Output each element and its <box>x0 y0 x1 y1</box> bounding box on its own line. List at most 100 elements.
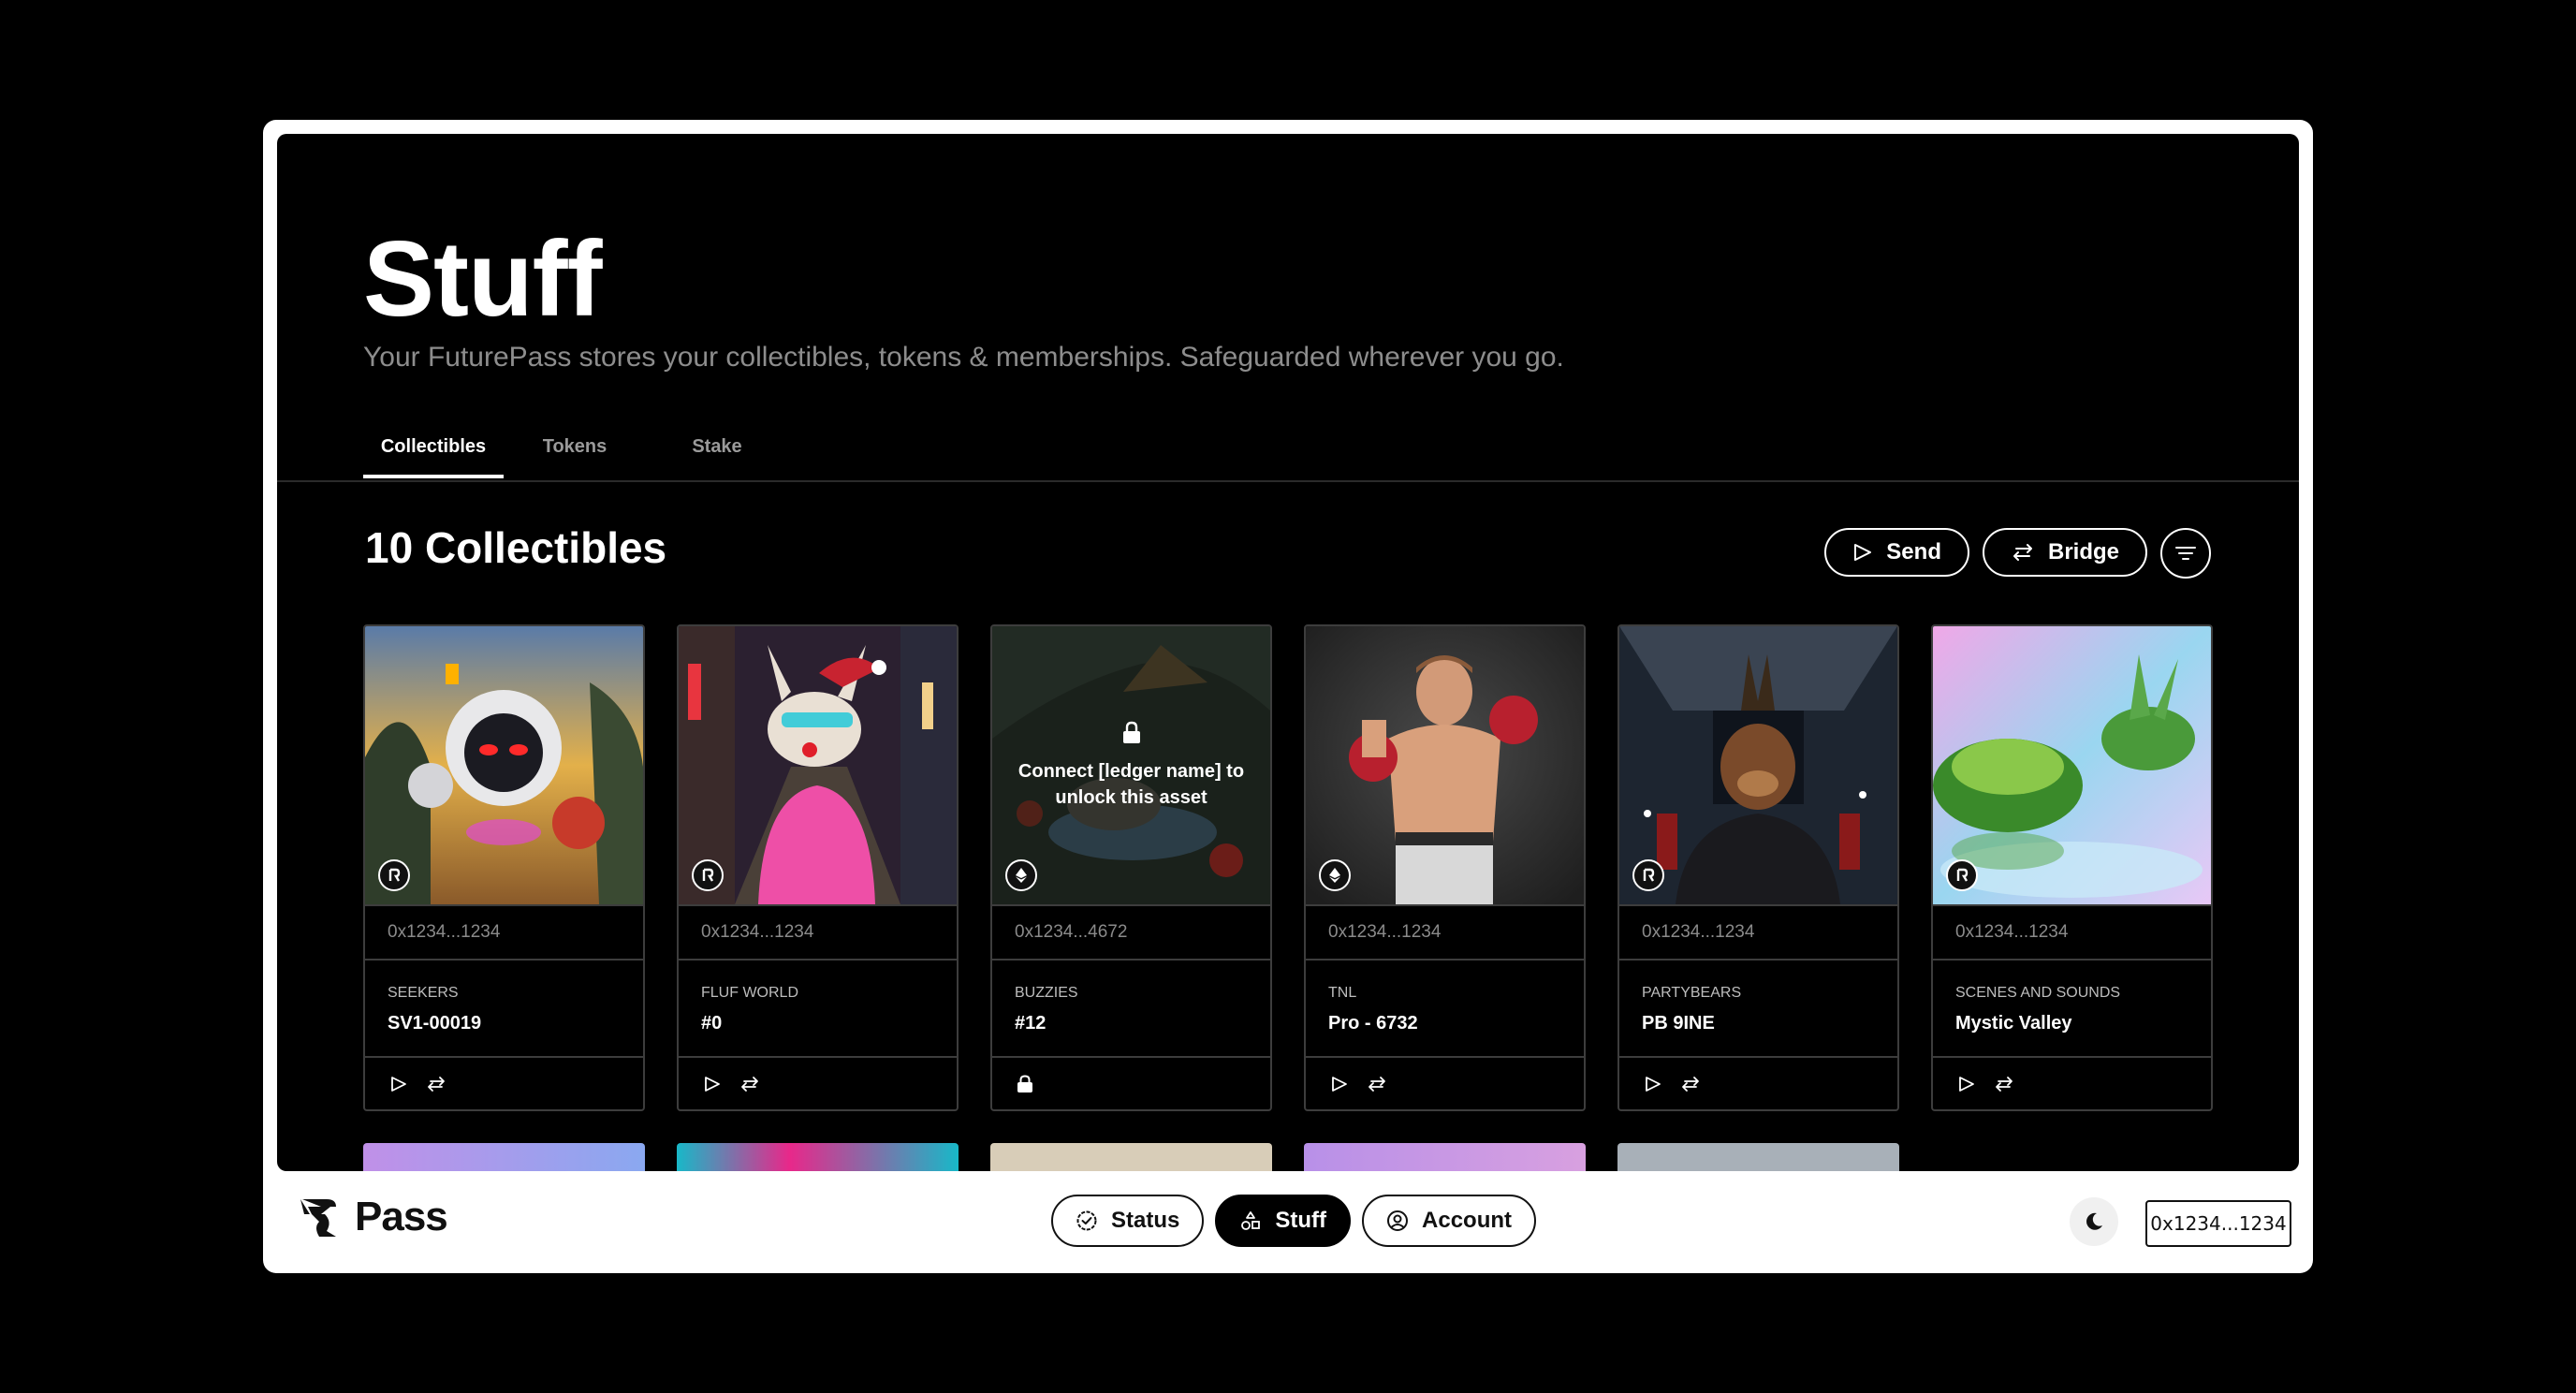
lock-icon <box>1017 1075 1032 1092</box>
page-subtitle: Your FuturePass stores your collectibles… <box>363 342 1564 373</box>
collectible-image-robot[interactable] <box>365 626 643 904</box>
send-button[interactable]: Send <box>1824 528 1969 577</box>
bottom-bar: Pass Status Stuff Account 0x1234...1234 <box>263 1171 2313 1273</box>
card-actions <box>1619 1058 1897 1109</box>
collectibles-grid: 0x1234...1234 SEEKERS SV1-00019 0x1234..… <box>363 624 2213 1111</box>
collectible-address: 0x1234...1234 <box>679 904 957 960</box>
send-icon[interactable] <box>389 1075 408 1093</box>
nav-stuff-label: Stuff <box>1275 1208 1327 1233</box>
tab-tokens[interactable]: Tokens <box>504 415 646 478</box>
collectible-card-partial[interactable] <box>363 1143 645 1171</box>
collectible-name: Pro - 6732 <box>1328 1013 1418 1034</box>
root-network-icon <box>378 859 410 891</box>
wallet-address-button[interactable]: 0x1234...1234 <box>2145 1200 2291 1247</box>
root-network-icon <box>1946 859 1978 891</box>
tab-collectibles[interactable]: Collectibles <box>363 415 504 478</box>
tab-bar: Collectibles Tokens Stake <box>363 415 788 480</box>
bridge-icon[interactable] <box>425 1075 447 1093</box>
collectible-meta: PARTYBEARS PB 9INE <box>1619 960 1897 1058</box>
bridge-icon[interactable] <box>739 1075 761 1093</box>
bridge-icon[interactable] <box>1366 1075 1388 1093</box>
collectible-address: 0x1234...1234 <box>1619 904 1897 960</box>
send-button-label: Send <box>1886 539 1941 565</box>
ethereum-icon <box>1319 859 1351 891</box>
collectible-card[interactable]: 0x1234...1234 SCENES AND SOUNDS Mystic V… <box>1931 624 2213 1111</box>
collectible-card[interactable]: 0x1234...1234 TNL Pro - 6732 <box>1304 624 1586 1111</box>
user-circle-icon <box>1387 1210 1409 1231</box>
collectible-name: SV1-00019 <box>388 1013 482 1034</box>
bridge-icon <box>2012 544 2032 561</box>
nav-account[interactable]: Account <box>1362 1195 1537 1247</box>
card-actions <box>1306 1058 1584 1109</box>
nav-status-label: Status <box>1111 1208 1180 1233</box>
collectible-collection: TNL <box>1328 985 1357 1001</box>
send-icon[interactable] <box>1330 1075 1349 1093</box>
collectible-image-rabbit[interactable] <box>679 626 957 904</box>
collectible-meta: TNL Pro - 6732 <box>1306 960 1584 1058</box>
bridge-icon[interactable] <box>1679 1075 1702 1093</box>
collectible-image-turtle[interactable]: Connect [ledger name] to unlock this ass… <box>992 626 1270 904</box>
card-actions <box>1933 1058 2211 1109</box>
root-network-icon <box>1632 859 1664 891</box>
filter-button[interactable] <box>2160 528 2211 579</box>
card-actions <box>992 1058 1270 1109</box>
collectible-card-locked[interactable]: Connect [ledger name] to unlock this ass… <box>990 624 1272 1111</box>
collectible-card-partial[interactable] <box>990 1143 1272 1171</box>
collectible-card[interactable]: 0x1234...1234 FLUF WORLD #0 <box>677 624 959 1111</box>
collectible-card-partial[interactable] <box>1304 1143 1586 1171</box>
main-panel: Stuff Your FuturePass stores your collec… <box>277 134 2299 1171</box>
collectible-image-valley[interactable] <box>1933 626 2211 904</box>
collectible-name: #12 <box>1015 1013 1046 1034</box>
check-badge-icon <box>1076 1210 1097 1231</box>
collectible-card-partial[interactable] <box>1617 1143 1899 1171</box>
futurepass-logo[interactable]: Pass <box>299 1194 448 1240</box>
collectible-address: 0x1234...1234 <box>1933 904 2211 960</box>
locked-asset-overlay: Connect [ledger name] to unlock this ass… <box>992 626 1270 904</box>
collectible-image-boxer[interactable] <box>1306 626 1584 904</box>
root-network-icon <box>692 859 724 891</box>
collectible-meta: SEEKERS SV1-00019 <box>365 960 643 1058</box>
collectible-meta: SCENES AND SOUNDS Mystic Valley <box>1933 960 2211 1058</box>
send-icon[interactable] <box>1644 1075 1662 1093</box>
collectible-image-bear[interactable] <box>1619 626 1897 904</box>
filter-icon <box>2175 547 2196 560</box>
collectible-name: Mystic Valley <box>1955 1013 2072 1034</box>
collectible-card[interactable]: 0x1234...1234 SEEKERS SV1-00019 <box>363 624 645 1111</box>
page-title: Stuff <box>363 220 603 339</box>
tab-stake[interactable]: Stake <box>646 415 788 478</box>
collectible-collection: SCENES AND SOUNDS <box>1955 985 2121 1001</box>
collectible-card-partial[interactable] <box>677 1143 959 1171</box>
send-icon <box>1854 544 1872 561</box>
locked-asset-message: Connect [ledger name] to unlock this ass… <box>1017 760 1245 808</box>
collectible-meta: FLUF WORLD #0 <box>679 960 957 1058</box>
ethereum-icon <box>1005 859 1037 891</box>
shapes-icon <box>1241 1211 1261 1230</box>
collectible-collection: BUZZIES <box>1015 985 1078 1001</box>
collectible-address: 0x1234...4672 <box>992 904 1270 960</box>
send-icon[interactable] <box>703 1075 722 1093</box>
collectible-meta: BUZZIES #12 <box>992 960 1270 1058</box>
bridge-button[interactable]: Bridge <box>1982 528 2147 577</box>
collectible-collection: PARTYBEARS <box>1642 985 1742 1001</box>
nav-status[interactable]: Status <box>1051 1195 1205 1247</box>
theme-toggle-button[interactable] <box>2070 1197 2118 1246</box>
logo-text: Pass <box>355 1194 448 1239</box>
card-actions <box>365 1058 643 1109</box>
collectible-collection: FLUF WORLD <box>701 985 798 1001</box>
collectible-card[interactable]: 0x1234...1234 PARTYBEARS PB 9INE <box>1617 624 1899 1111</box>
pass-logo-icon <box>300 1199 336 1237</box>
lock-icon <box>1122 721 1140 743</box>
collectible-collection: SEEKERS <box>388 985 459 1001</box>
collectible-name: #0 <box>701 1013 723 1034</box>
moon-icon <box>2086 1212 2102 1230</box>
nav-stuff[interactable]: Stuff <box>1215 1195 1352 1247</box>
tab-divider <box>277 480 2299 482</box>
bridge-icon[interactable] <box>1993 1075 2015 1093</box>
collection-actions: Send Bridge <box>1824 528 2211 579</box>
bridge-button-label: Bridge <box>2047 539 2119 565</box>
nav-account-label: Account <box>1422 1208 1513 1233</box>
send-icon[interactable] <box>1957 1075 1976 1093</box>
card-actions <box>679 1058 957 1109</box>
collectible-address: 0x1234...1234 <box>365 904 643 960</box>
collectibles-grid-row-2 <box>363 1143 1899 1171</box>
